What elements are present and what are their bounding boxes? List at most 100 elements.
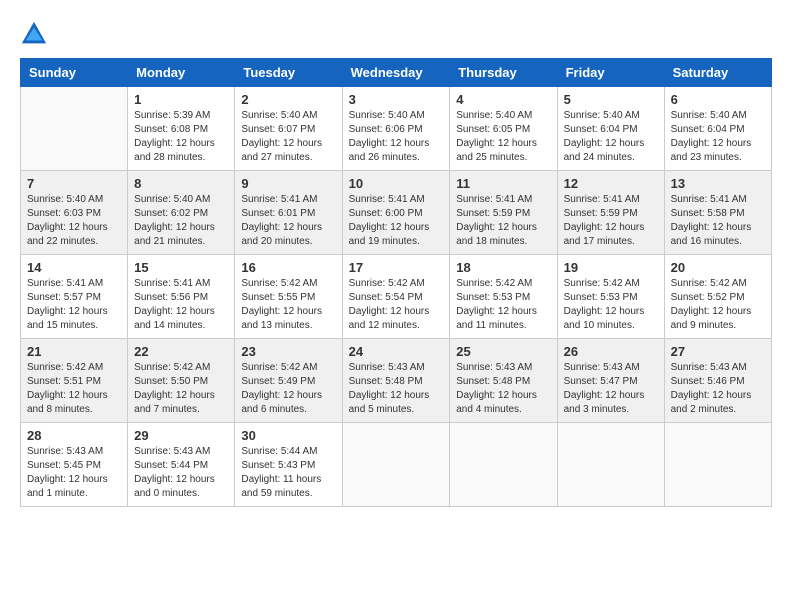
- day-info: Sunrise: 5:41 AMSunset: 5:58 PMDaylight:…: [671, 193, 765, 249]
- day-info: Sunrise: 5:40 AMSunset: 6:06 PMDaylight:…: [349, 109, 444, 165]
- calendar-cell: 15 Sunrise: 5:41 AMSunset: 5:56 PMDayligh…: [128, 255, 235, 339]
- day-number: 26: [564, 344, 658, 359]
- calendar-week-row: 7 Sunrise: 5:40 AMSunset: 6:03 PMDaylight…: [21, 171, 772, 255]
- calendar-table: SundayMondayTuesdayWednesdayThursdayFrid…: [20, 58, 772, 507]
- day-number: 4: [456, 92, 550, 107]
- day-number: 21: [27, 344, 121, 359]
- day-info: Sunrise: 5:41 AMSunset: 6:00 PMDaylight:…: [349, 193, 444, 249]
- calendar-cell: 14Sunrise: 5:41 AMSunset: 5:57 PMDayligh…: [21, 255, 128, 339]
- calendar-cell: 12 Sunrise: 5:41 AMSunset: 5:59 PMDayligh…: [557, 171, 664, 255]
- day-info: Sunrise: 5:42 AMSunset: 5:53 PMDaylight:…: [564, 277, 658, 333]
- day-info: Sunrise: 5:42 AMSunset: 5:53 PMDaylight:…: [456, 277, 550, 333]
- calendar-cell: 4 Sunrise: 5:40 AMSunset: 6:05 PMDaylight…: [450, 87, 557, 171]
- calendar-cell: 13 Sunrise: 5:41 AMSunset: 5:58 PMDayligh…: [664, 171, 771, 255]
- calendar-cell: 30 Sunrise: 5:44 AMSunset: 5:43 PMDayligh…: [235, 423, 342, 507]
- day-number: 18: [456, 260, 550, 275]
- day-number: 3: [349, 92, 444, 107]
- calendar-cell: 28Sunrise: 5:43 AMSunset: 5:45 PMDayligh…: [21, 423, 128, 507]
- day-info: Sunrise: 5:42 AMSunset: 5:52 PMDaylight:…: [671, 277, 765, 333]
- calendar-cell: 6 Sunrise: 5:40 AMSunset: 6:04 PMDaylight…: [664, 87, 771, 171]
- weekday-header-wednesday: Wednesday: [342, 59, 450, 87]
- day-info: Sunrise: 5:44 AMSunset: 5:43 PMDaylight:…: [241, 445, 335, 501]
- day-number: 10: [349, 176, 444, 191]
- calendar-cell: 17 Sunrise: 5:42 AMSunset: 5:54 PMDayligh…: [342, 255, 450, 339]
- calendar-cell: 2 Sunrise: 5:40 AMSunset: 6:07 PMDaylight…: [235, 87, 342, 171]
- weekday-header-sunday: Sunday: [21, 59, 128, 87]
- day-info: Sunrise: 5:43 AMSunset: 5:48 PMDaylight:…: [456, 361, 550, 417]
- calendar-cell: 7 Sunrise: 5:40 AMSunset: 6:03 PMDaylight…: [21, 171, 128, 255]
- day-number: 6: [671, 92, 765, 107]
- calendar-cell: 25Sunrise: 5:43 AMSunset: 5:48 PMDayligh…: [450, 339, 557, 423]
- calendar-cell: 18 Sunrise: 5:42 AMSunset: 5:53 PMDayligh…: [450, 255, 557, 339]
- day-number: 30: [241, 428, 335, 443]
- weekday-header-thursday: Thursday: [450, 59, 557, 87]
- logo-icon: [20, 20, 48, 48]
- calendar-cell: 10 Sunrise: 5:41 AMSunset: 6:00 PMDayligh…: [342, 171, 450, 255]
- day-info: Sunrise: 5:40 AMSunset: 6:04 PMDaylight:…: [564, 109, 658, 165]
- day-number: 7: [27, 176, 121, 191]
- day-info: Sunrise: 5:43 AMSunset: 5:48 PMDaylight:…: [349, 361, 444, 417]
- calendar-header-row: SundayMondayTuesdayWednesdayThursdayFrid…: [21, 59, 772, 87]
- day-info: Sunrise: 5:42 AMSunset: 5:54 PMDaylight:…: [349, 277, 444, 333]
- day-number: 1: [134, 92, 228, 107]
- day-number: 27: [671, 344, 765, 359]
- day-info: Sunrise: 5:41 AMSunset: 5:57 PMDaylight:…: [27, 277, 121, 333]
- day-number: 20: [671, 260, 765, 275]
- day-info: Sunrise: 5:40 AMSunset: 6:04 PMDaylight:…: [671, 109, 765, 165]
- calendar-cell: 22 Sunrise: 5:42 AMSunset: 5:50 PMDayligh…: [128, 339, 235, 423]
- day-number: 8: [134, 176, 228, 191]
- day-number: 24: [349, 344, 444, 359]
- day-number: 15: [134, 260, 228, 275]
- day-number: 23: [241, 344, 335, 359]
- calendar-cell: 21 Sunrise: 5:42 AMSunset: 5:51 PMDayligh…: [21, 339, 128, 423]
- weekday-header-friday: Friday: [557, 59, 664, 87]
- day-info: Sunrise: 5:43 AMSunset: 5:46 PMDaylight:…: [671, 361, 765, 417]
- day-info: Sunrise: 5:42 AMSunset: 5:55 PMDaylight:…: [241, 277, 335, 333]
- calendar-cell: 3 Sunrise: 5:40 AMSunset: 6:06 PMDaylight…: [342, 87, 450, 171]
- calendar-cell: 9 Sunrise: 5:41 AMSunset: 6:01 PMDaylight…: [235, 171, 342, 255]
- page-header: [20, 20, 772, 48]
- calendar-cell: 8 Sunrise: 5:40 AMSunset: 6:02 PMDaylight…: [128, 171, 235, 255]
- calendar-cell: 24 Sunrise: 5:43 AMSunset: 5:48 PMDayligh…: [342, 339, 450, 423]
- day-number: 2: [241, 92, 335, 107]
- day-info: Sunrise: 5:41 AMSunset: 5:59 PMDaylight:…: [456, 193, 550, 249]
- day-info: Sunrise: 5:42 AMSunset: 5:50 PMDaylight:…: [134, 361, 228, 417]
- weekday-header-monday: Monday: [128, 59, 235, 87]
- calendar-cell: [21, 87, 128, 171]
- day-number: 11: [456, 176, 550, 191]
- calendar-cell: 29Sunrise: 5:43 AMSunset: 5:44 PMDayligh…: [128, 423, 235, 507]
- calendar-cell: [557, 423, 664, 507]
- day-number: 22: [134, 344, 228, 359]
- day-info: Sunrise: 5:41 AMSunset: 5:56 PMDaylight:…: [134, 277, 228, 333]
- day-info: Sunrise: 5:42 AMSunset: 5:49 PMDaylight:…: [241, 361, 335, 417]
- calendar-cell: 23 Sunrise: 5:42 AMSunset: 5:49 PMDayligh…: [235, 339, 342, 423]
- weekday-header-tuesday: Tuesday: [235, 59, 342, 87]
- calendar-cell: 26 Sunrise: 5:43 AMSunset: 5:47 PMDayligh…: [557, 339, 664, 423]
- day-number: 12: [564, 176, 658, 191]
- day-number: 16: [241, 260, 335, 275]
- calendar-week-row: 1 Sunrise: 5:39 AMSunset: 6:08 PMDaylight…: [21, 87, 772, 171]
- calendar-cell: [450, 423, 557, 507]
- calendar-cell: 27 Sunrise: 5:43 AMSunset: 5:46 PMDayligh…: [664, 339, 771, 423]
- calendar-cell: 11 Sunrise: 5:41 AMSunset: 5:59 PMDayligh…: [450, 171, 557, 255]
- day-info: Sunrise: 5:39 AMSunset: 6:08 PMDaylight:…: [134, 109, 228, 165]
- day-number: 9: [241, 176, 335, 191]
- calendar-cell: [342, 423, 450, 507]
- day-info: Sunrise: 5:43 AMSunset: 5:47 PMDaylight:…: [564, 361, 658, 417]
- day-info: Sunrise: 5:40 AMSunset: 6:07 PMDaylight:…: [241, 109, 335, 165]
- day-info: Sunrise: 5:42 AMSunset: 5:51 PMDaylight:…: [27, 361, 121, 417]
- day-number: 29: [134, 428, 228, 443]
- day-number: 13: [671, 176, 765, 191]
- day-info: Sunrise: 5:41 AMSunset: 5:59 PMDaylight:…: [564, 193, 658, 249]
- logo: [20, 20, 52, 48]
- day-number: 17: [349, 260, 444, 275]
- day-info: Sunrise: 5:41 AMSunset: 6:01 PMDaylight:…: [241, 193, 335, 249]
- calendar-cell: 5Sunrise: 5:40 AMSunset: 6:04 PMDaylight…: [557, 87, 664, 171]
- day-number: 19: [564, 260, 658, 275]
- day-info: Sunrise: 5:40 AMSunset: 6:05 PMDaylight:…: [456, 109, 550, 165]
- weekday-header-saturday: Saturday: [664, 59, 771, 87]
- calendar-cell: 1 Sunrise: 5:39 AMSunset: 6:08 PMDaylight…: [128, 87, 235, 171]
- day-info: Sunrise: 5:40 AMSunset: 6:02 PMDaylight:…: [134, 193, 228, 249]
- calendar-week-row: 21 Sunrise: 5:42 AMSunset: 5:51 PMDayligh…: [21, 339, 772, 423]
- day-info: Sunrise: 5:40 AMSunset: 6:03 PMDaylight:…: [27, 193, 121, 249]
